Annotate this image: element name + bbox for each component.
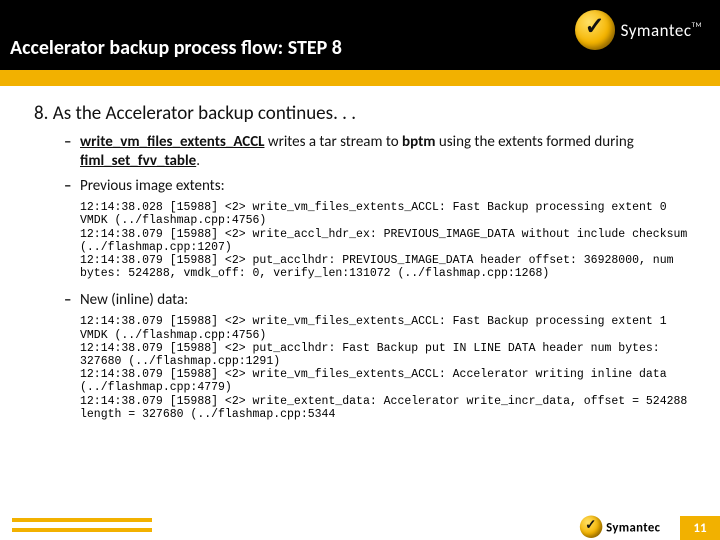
slide: Accelerator backup process flow: STEP 8 … [0, 0, 720, 540]
footer-accent-lines [12, 518, 152, 532]
slide-footer: Symantec 11 [0, 508, 720, 540]
brand-name: SymantecTM [621, 20, 702, 41]
brand-logo: SymantecTM [575, 10, 702, 50]
log-block-1: 12:14:38.028 [15988] <2> write_vm_files_… [80, 201, 700, 280]
footer-brand-logo: Symantec [579, 516, 660, 539]
section-heading: 8. As the Accelerator backup continues. … [34, 102, 700, 125]
accent-bar [0, 70, 720, 86]
bullet-3: New (inline) data: [64, 291, 700, 310]
slide-title: Accelerator backup process flow: STEP 8 [10, 36, 342, 60]
symantec-check-icon [575, 10, 615, 50]
bullet-1: write_vm_files_extents_ACCL writes a tar… [64, 133, 700, 171]
symantec-check-icon [579, 516, 602, 539]
slide-header: Accelerator backup process flow: STEP 8 … [0, 0, 720, 70]
slide-body: 8. As the Accelerator backup continues. … [0, 86, 720, 421]
bullet-2: Previous image extents: [64, 177, 700, 196]
footer-brand-name: Symantec [606, 519, 660, 535]
page-number: 11 [680, 516, 720, 540]
log-block-2: 12:14:38.079 [15988] <2> write_vm_files_… [80, 315, 700, 421]
